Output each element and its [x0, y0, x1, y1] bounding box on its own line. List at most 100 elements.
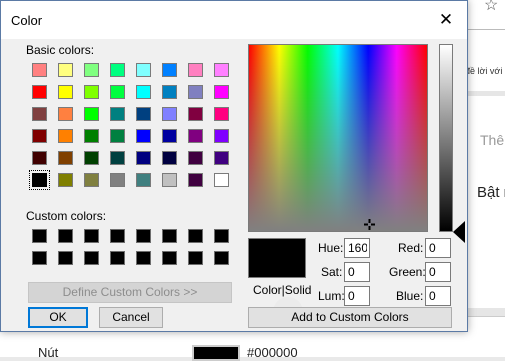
basic-color-swatch[interactable] [214, 85, 229, 99]
divider [462, 91, 505, 96]
title-bar[interactable]: Color ✕ [1, 1, 467, 39]
custom-color-swatch[interactable] [162, 229, 177, 243]
cancel-button[interactable]: Cancel [99, 307, 163, 328]
basic-color-swatch[interactable] [162, 173, 177, 187]
basic-color-swatch[interactable] [32, 129, 47, 143]
basic-color-swatch[interactable] [136, 85, 151, 99]
basic-color-swatch[interactable] [58, 151, 73, 165]
basic-color-swatch[interactable] [214, 129, 229, 143]
basic-color-swatch[interactable] [188, 107, 203, 121]
basic-color-swatch[interactable] [84, 151, 99, 165]
background-color-swatch[interactable] [192, 345, 240, 361]
color-dialog: Color ✕ Basic colors: Custom colors: Def… [0, 0, 468, 332]
basic-color-swatch[interactable] [214, 173, 229, 187]
basic-color-swatch[interactable] [188, 85, 203, 99]
custom-color-swatch[interactable] [84, 251, 99, 265]
blue-label: Blue: [396, 289, 424, 303]
basic-color-swatch[interactable] [110, 85, 125, 99]
color-solid-preview [248, 238, 306, 278]
basic-color-swatch[interactable] [136, 173, 151, 187]
basic-color-swatch[interactable] [32, 151, 47, 165]
luminosity-slider[interactable] [439, 44, 453, 232]
luminosity-arrow-icon[interactable] [453, 221, 465, 243]
background-snippet: đề lời với [465, 66, 503, 76]
basic-color-swatch[interactable] [136, 129, 151, 143]
basic-color-swatch[interactable] [162, 107, 177, 121]
lum-label: Lum: [318, 289, 345, 303]
basic-color-swatch[interactable] [32, 107, 47, 121]
basic-color-swatch[interactable] [214, 63, 229, 77]
basic-color-swatch[interactable] [162, 85, 177, 99]
custom-color-swatch[interactable] [58, 251, 73, 265]
custom-color-swatch[interactable] [188, 229, 203, 243]
dialog-title: Color [11, 13, 43, 28]
basic-color-swatch[interactable] [136, 107, 151, 121]
hue-saturation-spectrum[interactable] [248, 44, 428, 232]
basic-colors-label: Basic colors: [26, 43, 95, 57]
hue-input[interactable] [344, 238, 370, 258]
basic-color-swatch[interactable] [214, 151, 229, 165]
basic-color-swatch[interactable] [136, 63, 151, 77]
background-row-label: Nút [38, 345, 59, 360]
basic-color-swatch[interactable] [188, 151, 203, 165]
basic-color-swatch[interactable] [58, 85, 73, 99]
background-text: Bật m [477, 184, 505, 201]
sat-input[interactable] [344, 262, 370, 282]
hue-label: Hue: [318, 241, 344, 255]
close-button[interactable]: ✕ [431, 7, 461, 33]
custom-color-swatch[interactable] [214, 229, 229, 243]
define-custom-colors-button[interactable]: Define Custom Colors >> [28, 282, 232, 303]
custom-color-swatch[interactable] [136, 229, 151, 243]
color-solid-label: Color|Solid [253, 283, 312, 297]
basic-color-swatch[interactable] [110, 129, 125, 143]
ok-button[interactable]: OK [28, 307, 88, 328]
basic-color-swatch[interactable] [110, 63, 125, 77]
custom-color-swatch[interactable] [32, 229, 47, 243]
star-icon[interactable]: ☆ [484, 0, 498, 15]
close-icon: ✕ [438, 10, 454, 29]
custom-colors-label: Custom colors: [26, 209, 107, 223]
custom-color-swatch[interactable] [214, 251, 229, 265]
basic-color-swatch[interactable] [84, 85, 99, 99]
custom-color-swatch[interactable] [58, 229, 73, 243]
basic-color-swatch[interactable] [29, 170, 50, 190]
custom-color-swatch[interactable] [188, 251, 203, 265]
custom-color-swatch[interactable] [32, 251, 47, 265]
add-to-custom-colors-button[interactable]: Add to Custom Colors [248, 307, 452, 328]
custom-color-swatch[interactable] [84, 229, 99, 243]
basic-color-swatch[interactable] [84, 107, 99, 121]
green-input[interactable] [425, 262, 451, 282]
green-label: Green: [389, 265, 426, 279]
basic-color-swatch[interactable] [110, 173, 125, 187]
basic-color-swatch[interactable] [84, 63, 99, 77]
basic-color-swatch[interactable] [32, 85, 47, 99]
basic-color-swatch[interactable] [162, 63, 177, 77]
basic-color-swatch[interactable] [32, 63, 47, 77]
basic-color-swatch[interactable] [84, 129, 99, 143]
basic-color-swatch[interactable] [110, 107, 125, 121]
crosshair-icon [364, 219, 375, 230]
basic-color-swatch[interactable] [188, 63, 203, 77]
red-label: Red: [398, 241, 424, 255]
basic-color-swatch[interactable] [58, 173, 73, 187]
background-heading: Thê [480, 132, 505, 148]
basic-color-swatch[interactable] [136, 151, 151, 165]
custom-color-swatch[interactable] [110, 229, 125, 243]
red-input[interactable] [425, 238, 451, 258]
basic-color-swatch[interactable] [188, 129, 203, 143]
custom-color-swatch[interactable] [110, 251, 125, 265]
basic-color-swatch[interactable] [58, 129, 73, 143]
custom-color-swatch[interactable] [162, 251, 177, 265]
basic-color-swatch[interactable] [58, 63, 73, 77]
basic-color-swatch[interactable] [214, 107, 229, 121]
basic-color-swatch[interactable] [162, 151, 177, 165]
blue-input[interactable] [425, 286, 451, 306]
custom-color-swatch[interactable] [136, 251, 151, 265]
basic-color-swatch[interactable] [188, 173, 203, 187]
basic-color-swatch[interactable] [84, 173, 99, 187]
basic-color-swatch[interactable] [110, 151, 125, 165]
background-right-panel: ☆ đề lời với Thê Bật m [462, 0, 505, 356]
basic-color-swatch[interactable] [58, 107, 73, 121]
basic-color-swatch[interactable] [162, 129, 177, 143]
lum-input[interactable] [344, 286, 370, 306]
